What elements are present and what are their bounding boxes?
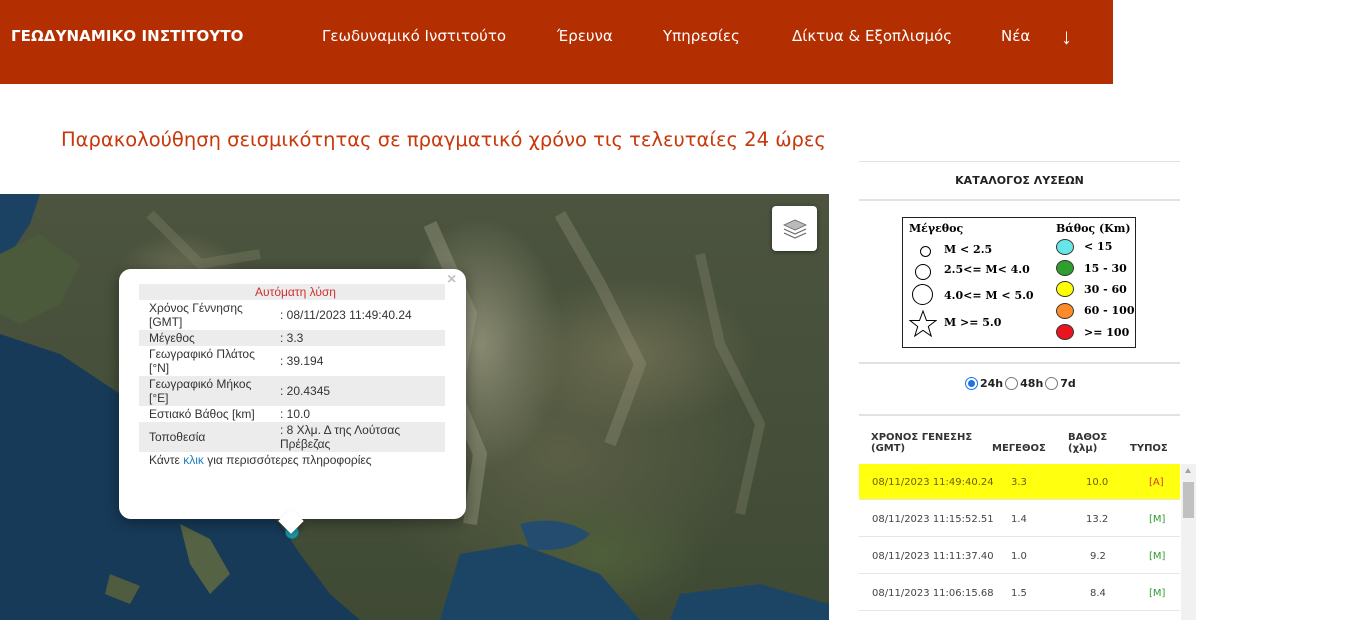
popup-label-depth: Εστιακό Βάθος [km] (149, 407, 255, 421)
popup-value-magnitude: : 3.3 (277, 330, 445, 346)
magnitude-small-icon (920, 246, 931, 257)
depth-color-icon (1056, 239, 1074, 255)
event-time: 08/11/2023 11:06:15.68 (872, 588, 994, 599)
events-list: 08/11/2023 11:49:40.24 3.3 10.0 [A] 08/1… (859, 464, 1180, 620)
catalog-title: ΚΑΤΑΛΟΓΟΣ ΛΥΣΕΩΝ (955, 174, 1084, 187)
popup-label-location: Τοποθεσία (139, 422, 277, 452)
period-radio-24h[interactable] (965, 377, 978, 390)
event-depth: 9.2 (1090, 551, 1106, 562)
magnitude-medium-icon (915, 264, 931, 280)
page-title: Παρακολούθηση σεισμικότητας σε πραγματικ… (61, 128, 826, 151)
column-header-time[interactable]: ΧΡΟΝΟΣ ΓΕΝΕΣΗΣ (GMT) (871, 432, 981, 454)
popup-footer-text-2: για περισσότερες πληροφορίες (203, 453, 372, 467)
popup-value-location: : 8 Χλμ. Δ της Λούτσας Πρέβεζας (277, 422, 445, 452)
legend-mag-1: M < 2.5 (944, 243, 993, 256)
event-type: [M] (1149, 551, 1166, 562)
period-radio-7d[interactable] (1045, 377, 1059, 390)
legend-mag-3: 4.0<= M < 5.0 (944, 289, 1034, 302)
nav-link-networks[interactable]: Δίκτυα & Εξοπλισμός (792, 27, 952, 45)
legend-depth-1: < 15 (1084, 240, 1113, 253)
event-depth: 8.4 (1090, 588, 1106, 599)
table-row[interactable]: 08/11/2023 11:15:52.51 1.4 13.2 [M] (859, 501, 1180, 537)
events-scrollbar[interactable] (1181, 464, 1196, 620)
nav-link-institute[interactable]: Γεωδυναμικό Ινστιτούτο (322, 27, 506, 45)
event-magnitude: 1.0 (1011, 551, 1027, 562)
popup-value-depth: : 10.0 (280, 407, 311, 421)
site-logo-text[interactable]: ΓΕΩΔΥΝΑΜΙΚΟ ΙΝΣΤΙΤΟΥΤΟ (11, 27, 244, 45)
event-type: [M] (1149, 588, 1166, 599)
column-header-depth[interactable]: ΒΑΘΟΣ (χλμ) (1068, 432, 1118, 454)
event-depth: 10.0 (1086, 477, 1109, 488)
legend-depth-title: Βάθος (Km) (1056, 222, 1131, 235)
depth-color-icon (1056, 324, 1074, 340)
divider (859, 362, 1180, 364)
column-header-type[interactable]: ΤΥΠΟΣ (1130, 443, 1168, 454)
popup-footer: Κάντε κλικ για περισσότερες πληροφορίες (139, 452, 445, 468)
nav-link-news[interactable]: Νέα (1001, 27, 1030, 45)
legend-mag-2: 2.5<= M< 4.0 (944, 263, 1030, 276)
popup-label-longitude: Γεωγραφικό Μήκος [°E] (139, 376, 277, 406)
scrollbar-thumb[interactable] (1183, 482, 1194, 518)
legend: Μέγεθος Βάθος (Km) M < 2.5 2.5<= M< 4.0 … (902, 217, 1136, 348)
event-depth: 13.2 (1086, 514, 1109, 525)
event-type: [M] (1149, 514, 1166, 525)
divider (859, 199, 1180, 201)
period-radio-48h[interactable] (1005, 377, 1019, 390)
popup-label-latitude: Γεωγραφικό Πλάτος [°N] (149, 347, 255, 375)
events-table-header: ΧΡΟΝΟΣ ΓΕΝΕΣΗΣ (GMT) ΜΕΓΕΘΟΣ ΒΑΘΟΣ (χλμ)… (859, 414, 1180, 463)
layers-control-button[interactable] (772, 206, 817, 251)
magnitude-large-icon (912, 284, 933, 305)
event-type: [A] (1149, 477, 1164, 488)
period-label-7d: 7d (1060, 377, 1076, 390)
star-icon (909, 310, 937, 338)
table-row[interactable]: 08/11/2023 11:49:40.24 3.3 10.0 [A] (859, 464, 1180, 500)
popup-value-longitude: : 20.4345 (277, 376, 445, 406)
event-time: 08/11/2023 11:15:52.51 (872, 514, 994, 525)
popup-label-magnitude: Μέγεθος (139, 330, 277, 346)
nav-link-services[interactable]: Υπηρεσίες (663, 27, 740, 45)
event-magnitude: 3.3 (1011, 477, 1027, 488)
solutions-catalog-panel: ΚΑΤΑΛΟΓΟΣ ΛΥΣΕΩΝ (859, 161, 1180, 201)
popup-value-latitude: : 39.194 (280, 354, 324, 368)
event-time: 08/11/2023 11:11:37.40 (872, 551, 994, 562)
event-magnitude: 1.4 (1011, 514, 1027, 525)
popup-label-time: Χρόνος Γέννησης [GMT] (149, 301, 243, 329)
layers-icon (782, 219, 807, 239)
nav-link-research[interactable]: Έρευνα (557, 27, 613, 45)
event-details-table: Αυτόματη λύση Χρόνος Γέννησης [GMT] : 08/… (139, 284, 445, 468)
more-info-link[interactable]: κλικ (183, 453, 204, 467)
depth-color-icon (1056, 260, 1074, 276)
close-icon[interactable]: × (447, 271, 456, 289)
top-navigation-bar: ΓΕΩΔΥΝΑΜΙΚΟ ΙΝΣΤΙΤΟΥΤΟ Γεωδυναμικό Ινστι… (0, 0, 1113, 84)
table-row[interactable]: 08/11/2023 11:06:15.68 1.5 8.4 [M] (859, 575, 1180, 611)
period-label-24h: 24h (980, 377, 1004, 390)
event-magnitude: 1.5 (1011, 588, 1027, 599)
legend-mag-4: M >= 5.0 (944, 316, 1002, 329)
popup-footer-text-1: Κάντε (149, 453, 184, 467)
popup-value-time: : 08/11/2023 11:49:40.24 (280, 308, 412, 322)
legend-depth-3: 30 - 60 (1084, 283, 1127, 296)
scroll-up-icon[interactable] (1185, 468, 1191, 473)
depth-color-icon (1056, 281, 1074, 297)
event-time: 08/11/2023 11:49:40.24 (872, 477, 994, 488)
popup-header: Αυτόματη λύση (139, 284, 445, 300)
depth-color-icon (1056, 303, 1074, 319)
legend-magnitude-title: Μέγεθος (909, 222, 964, 235)
period-selector: 24h 48h 7d (965, 377, 1076, 390)
table-row[interactable]: 08/11/2023 11:11:37.40 1.0 9.2 [M] (859, 538, 1180, 574)
legend-depth-2: 15 - 30 (1084, 262, 1127, 275)
arrow-down-icon[interactable]: ↓ (1061, 24, 1072, 50)
legend-depth-5: >= 100 (1084, 326, 1130, 339)
period-label-48h: 48h (1020, 377, 1044, 390)
column-header-magnitude[interactable]: ΜΕΓΕΘΟΣ (992, 443, 1046, 454)
legend-depth-4: 60 - 100 (1084, 304, 1135, 317)
